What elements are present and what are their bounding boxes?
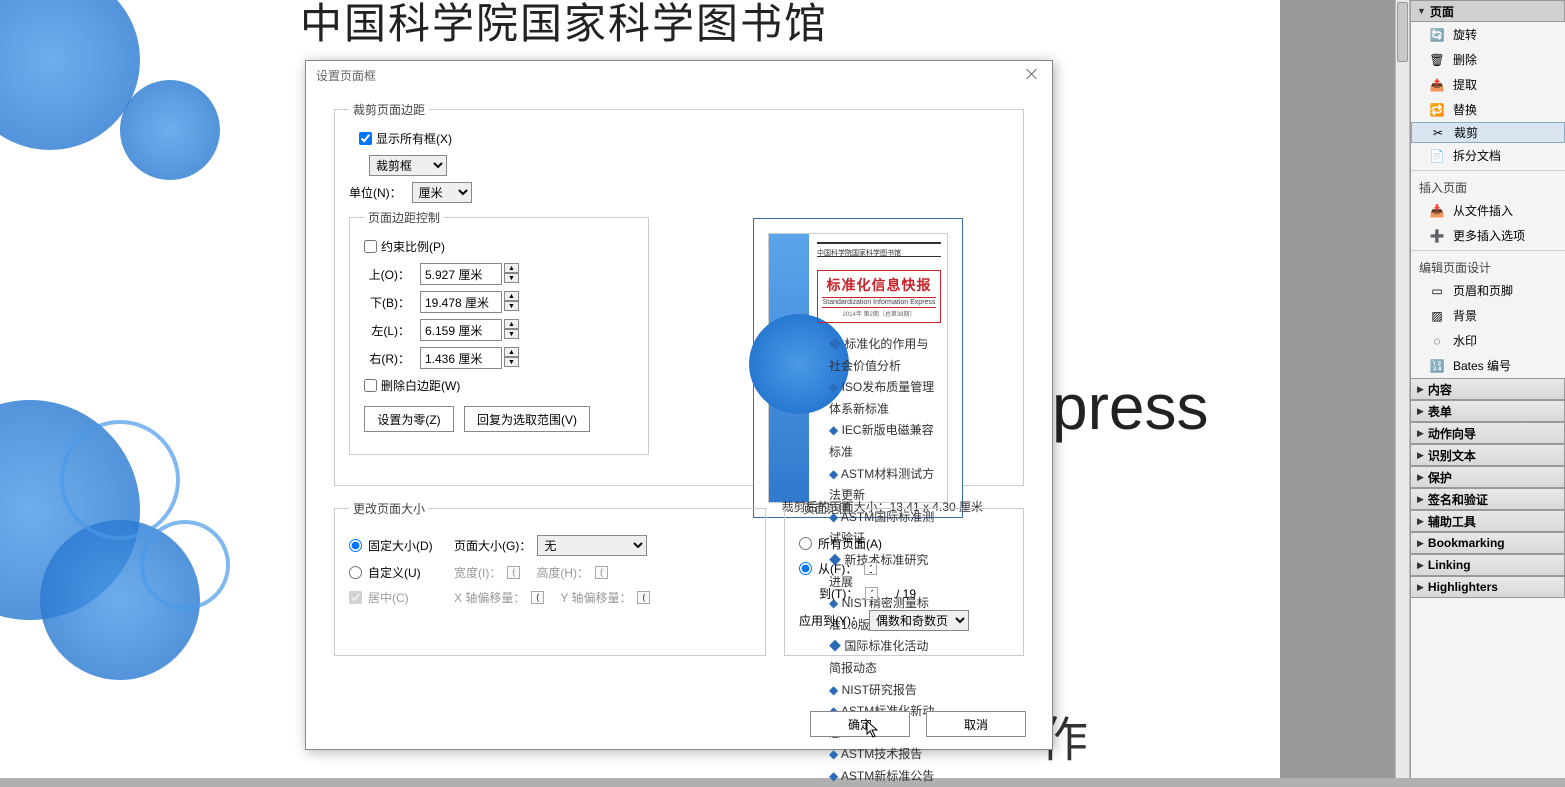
close-icon[interactable] [1024,67,1040,83]
sidebar-item-more-insert[interactable]: ➕更多插入选项 [1411,223,1565,248]
from-page-radio[interactable] [799,562,812,575]
crop-margins-fieldset: 裁剪页面边距 显示所有框(X) 裁剪框 单位(N)： 厘米 页面边距控制 [334,101,1024,486]
show-all-boxes-checkbox[interactable]: 显示所有框(X) [359,130,452,147]
page-range-fieldset: 页面范围 所有页面(A) 从(F)： 到(T)： / 19 [784,500,1024,656]
crop-icon: ✂ [1430,125,1446,141]
remove-white-margins-checkbox[interactable]: 删除白边距(W) [364,377,460,394]
sidebar-item-insert-from-file[interactable]: 📥从文件插入 [1411,198,1565,223]
doc-main-title: 中国科学院国家科学图书馆 [300,0,828,51]
margin-control-fieldset: 页面边距控制 约束比例(P) 上(O)： ▲▼ 下(B)： ▲▼ 左(L)： [349,209,649,455]
dialog-title: 设置页面框 [306,61,1052,91]
sidebar-section-recognize-text[interactable]: ▶识别文本 [1411,444,1565,466]
spin-down-icon[interactable]: ▼ [504,273,519,283]
sidebar-section-forms[interactable]: ▶表单 [1411,400,1565,422]
margin-right-input[interactable] [420,347,502,369]
sidebar-item-extract[interactable]: 📤提取 [1411,72,1565,97]
constrain-proportions-checkbox[interactable]: 约束比例(P) [364,238,445,255]
page-size-select[interactable]: 无 [537,535,647,556]
to-page-input[interactable] [865,587,878,600]
header-footer-icon: ▭ [1429,283,1445,299]
sidebar-item-crop[interactable]: ✂裁剪 [1411,122,1565,143]
sidebar-item-delete[interactable]: 🗑删除 [1411,47,1565,72]
page-preview: 中国科学院国家科学图书馆 标准化信息快报 Standardization Inf… [753,218,963,518]
sidebar-section-action-wizard[interactable]: ▶动作向导 [1411,422,1565,444]
spin-down-icon[interactable]: ▼ [504,329,519,339]
watermark-icon: ◌ [1429,333,1445,349]
fixed-size-radio[interactable] [349,539,362,552]
change-page-size-fieldset: 更改页面大小 固定大小(D) 页面大小(G)： 无 自定义(U) 宽度(I)： … [334,500,766,656]
margin-bottom-input[interactable] [420,291,502,313]
sidebar-section-sign-verify[interactable]: ▶签名和验证 [1411,488,1565,510]
spin-down-icon[interactable]: ▼ [504,301,519,311]
spin-up-icon[interactable]: ▲ [504,319,519,329]
sidebar-item-watermark[interactable]: ◌水印 [1411,328,1565,353]
set-to-zero-button[interactable]: 设置为零(Z) [364,406,454,432]
sidebar-section-bookmarking[interactable]: ▶Bookmarking [1411,532,1565,554]
more-insert-icon: ➕ [1429,228,1445,244]
height-input [595,566,608,579]
background-icon: ▨ [1429,308,1445,324]
ok-button[interactable]: 确定 [810,711,910,737]
insert-file-icon: 📥 [1429,203,1445,219]
sidebar-item-background[interactable]: ▨背景 [1411,303,1565,328]
revert-to-selection-button[interactable]: 回复为选取范围(V) [464,406,590,432]
spin-down-icon[interactable]: ▼ [504,357,519,367]
sidebar-section-content[interactable]: ▶内容 [1411,378,1565,400]
set-page-boxes-dialog: 设置页面框 裁剪页面边距 显示所有框(X) 裁剪框 单位(N)： 厘米 [305,60,1053,750]
x-offset-input [531,591,544,604]
sidebar-section-pages[interactable]: ▼页面 [1411,0,1565,22]
sidebar-item-header-footer[interactable]: ▭页眉和页脚 [1411,278,1565,303]
apply-to-select[interactable]: 偶数和奇数页 [869,610,969,631]
box-type-select[interactable]: 裁剪框 [369,155,447,176]
sidebar-subhead-insert: 插入页面 [1411,173,1565,198]
sidebar-section-protect[interactable]: ▶保护 [1411,466,1565,488]
y-offset-input [637,591,650,604]
unit-select[interactable]: 厘米 [412,182,472,203]
bates-icon: 🔢 [1429,358,1445,374]
crop-margins-legend: 裁剪页面边距 [349,101,429,118]
vertical-scrollbar[interactable] [1395,0,1410,778]
sidebar-section-accessibility[interactable]: ▶辅助工具 [1411,510,1565,532]
doc-background-art [0,0,250,778]
spin-up-icon[interactable]: ▲ [504,263,519,273]
delete-icon: 🗑 [1429,52,1445,68]
extract-icon: 📤 [1429,77,1445,93]
sidebar-subhead-edit-design: 编辑页面设计 [1411,253,1565,278]
split-icon: 📄 [1429,148,1445,164]
cancel-button[interactable]: 取消 [926,711,1026,737]
from-page-input[interactable] [864,562,877,575]
sidebar-section-highlighters[interactable]: ▶Highlighters [1411,576,1565,598]
margin-top-input[interactable] [420,263,502,285]
center-checkbox [349,591,362,604]
spin-up-icon[interactable]: ▲ [504,347,519,357]
rotate-icon: 🔄 [1429,27,1445,43]
all-pages-radio[interactable] [799,537,812,550]
sidebar-section-linking[interactable]: ▶Linking [1411,554,1565,576]
sidebar-item-bates[interactable]: 🔢Bates 编号 [1411,353,1565,378]
sidebar-item-rotate[interactable]: 🔄旋转 [1411,22,1565,47]
spin-up-icon[interactable]: ▲ [504,291,519,301]
tools-sidebar: ▼页面 🔄旋转 🗑删除 📤提取 🔁替换 ✂裁剪 📄拆分文档 插入页面 📥从文件插… [1410,0,1565,778]
width-input [507,566,520,579]
sidebar-item-split[interactable]: 📄拆分文档 [1411,143,1565,168]
main-document-area: 中国科学院国家科学图书馆 报 xpress 作 设置页面框 裁剪页面边距 显示所… [0,0,1410,778]
margin-left-input[interactable] [420,319,502,341]
cursor-icon [866,720,880,738]
custom-size-radio[interactable] [349,566,362,579]
replace-icon: 🔁 [1429,102,1445,118]
scrollbar-thumb[interactable] [1397,2,1408,62]
sidebar-item-replace[interactable]: 🔁替换 [1411,97,1565,122]
unit-label: 单位(N)： [349,184,402,201]
